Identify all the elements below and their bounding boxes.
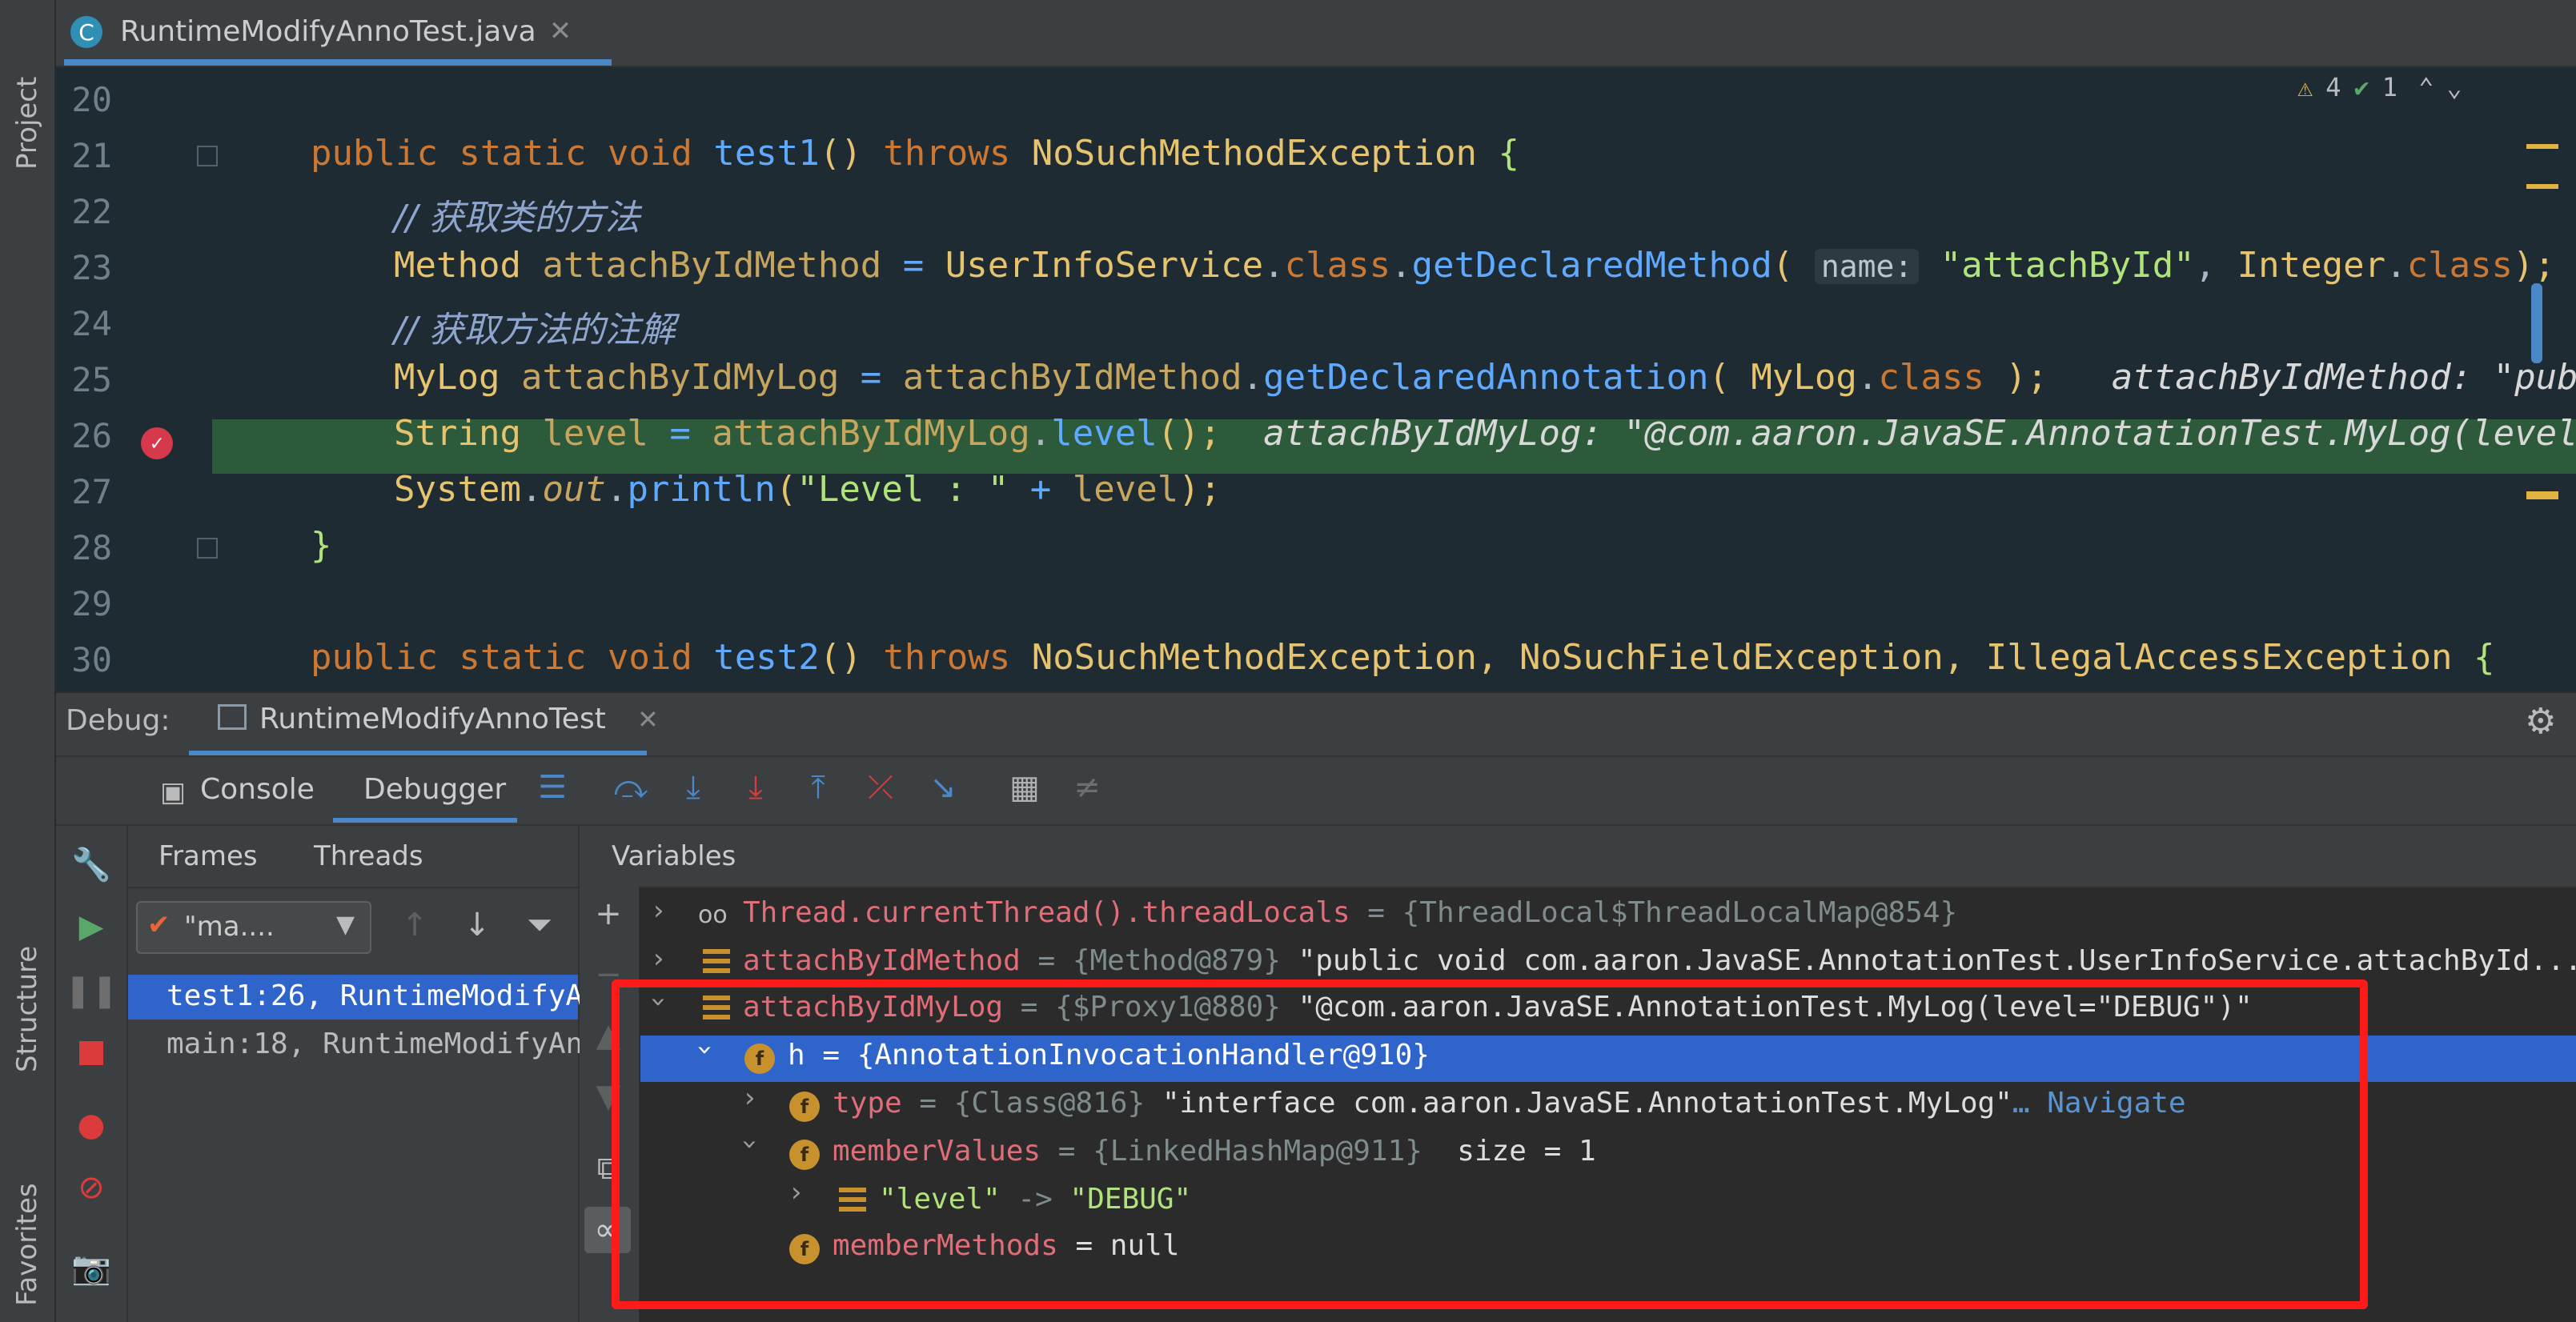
line-number: 23	[71, 248, 112, 287]
thread-selector[interactable]: ✔ "ma.... ▼	[136, 901, 371, 954]
debug-label: Debug:	[66, 704, 171, 737]
code-line-27: System.out.println("Level : " + level);	[394, 469, 1222, 510]
inspection-widget[interactable]: ⚠ 4 ✔ 1 ⌃ ⌄	[2297, 72, 2462, 102]
line-number: 26	[71, 416, 112, 455]
debug-side-toolbar: ↻ 🔧 ▶ ❚❚ ● ⊘ 📷	[56, 757, 128, 1322]
pause-icon[interactable]: ❚❚	[64, 972, 118, 1009]
frame-label: test1:26, RuntimeModifyA	[167, 979, 584, 1012]
code-line-21: public static void test1() throws NoSuch…	[311, 133, 1519, 174]
evaluate-expression-icon[interactable]: ▦	[1007, 769, 1042, 806]
step-over-icon[interactable]: ⤼	[613, 769, 648, 806]
chevron-right-icon[interactable]: ›	[653, 943, 664, 975]
editor-scrollbar-thumb[interactable]	[2531, 283, 2542, 363]
step-into-icon[interactable]: ⤓	[676, 769, 711, 806]
code-line-24: // 获取方法的注解	[394, 310, 676, 351]
chevron-down-icon: ▼	[336, 911, 355, 939]
left-tool-strip: Project Structure Favorites	[0, 0, 56, 1322]
drop-frame-icon[interactable]: ⤫	[863, 769, 898, 806]
inline-debug-value: attachByIdMethod: "publ	[2111, 357, 2576, 398]
warning-count: 4	[2325, 72, 2341, 102]
previous-highlight-icon[interactable]: ⌃	[2418, 72, 2434, 102]
line-number: 30	[71, 640, 112, 679]
variable-row[interactable]: Thread.currentThread().threadLocals = {T…	[743, 896, 1957, 929]
frame-up-icon[interactable]: ↑	[397, 907, 432, 943]
favorites-tool-button[interactable]: Favorites	[11, 1183, 43, 1306]
breakpoint-icon[interactable]: ✓	[141, 427, 173, 459]
settings-gear-icon[interactable]: ⚙	[2525, 701, 2556, 742]
code-line-25: MyLog attachByIdMyLog = attachByIdMethod…	[394, 357, 2576, 398]
line-number: 27	[71, 472, 112, 511]
line-number: 22	[71, 192, 112, 231]
line-number: 20	[71, 80, 112, 119]
line-number: 29	[71, 584, 112, 623]
frame-down-icon[interactable]: ↓	[459, 907, 495, 943]
fold-marker[interactable]	[197, 146, 218, 166]
trace-stream-icon[interactable]: ≠	[1069, 769, 1105, 806]
frames-panel	[128, 826, 580, 1322]
tab-console[interactable]: Console	[200, 773, 315, 806]
run-config-icon	[218, 704, 247, 730]
stop-icon[interactable]	[74, 1036, 109, 1071]
console-icon: ▣	[160, 776, 187, 808]
resume-icon[interactable]: ▶	[74, 908, 109, 945]
debugger-tab-underline	[333, 818, 517, 823]
tab-debugger[interactable]: Debugger	[363, 773, 506, 806]
project-tool-button[interactable]: Project	[11, 77, 43, 170]
view-breakpoints-icon[interactable]: ●	[74, 1107, 109, 1144]
watch-glasses-icon: oo	[698, 901, 728, 929]
error-stripe-marker[interactable]	[2526, 144, 2558, 149]
line-number: 25	[71, 360, 112, 399]
error-stripe-marker[interactable]	[2526, 495, 2558, 499]
wrench-icon[interactable]: 🔧	[71, 847, 111, 883]
line-number: 21	[71, 136, 112, 175]
thread-name: "ma....	[184, 911, 275, 943]
force-step-into-icon[interactable]: ⤓	[738, 769, 773, 806]
next-highlight-icon[interactable]: ⌄	[2446, 72, 2462, 102]
close-tab-icon[interactable]: ✕	[549, 15, 572, 47]
code-line-22: // 获取类的方法	[394, 198, 640, 238]
variable-row[interactable]: attachByIdMethod = {Method@879} "public …	[743, 944, 2576, 977]
variables-title: Variables	[612, 840, 736, 872]
close-session-icon[interactable]: ✕	[637, 704, 659, 735]
ok-count: 1	[2381, 72, 2398, 102]
fold-marker[interactable]	[197, 538, 218, 559]
tab-underline	[64, 59, 612, 66]
highlight-annotation-box	[612, 979, 2368, 1309]
line-number: 28	[71, 528, 112, 567]
step-out-icon[interactable]: ⤒	[800, 769, 836, 806]
debug-session-tab[interactable]: RuntimeModifyAnnoTest	[259, 703, 606, 735]
chevron-right-icon[interactable]: ›	[653, 895, 664, 927]
error-stripe-marker[interactable]	[2526, 184, 2558, 189]
tab-frames[interactable]: Frames	[158, 840, 258, 872]
array-field-icon	[703, 949, 730, 973]
code-line-26: String level = attachByIdMyLog.level(); …	[394, 413, 2576, 454]
warning-icon: ⚠	[2297, 72, 2313, 102]
check-icon: ✔	[2353, 72, 2369, 102]
code-editor[interactable]: ⚠ 4 ✔ 1 ⌃ ⌄ 20 21 22 23 24 25 26 27 28 2…	[56, 67, 2576, 691]
parameter-hint: name:	[1814, 249, 1920, 284]
code-line-23: Method attachByIdMethod = UserInfoServic…	[394, 245, 2556, 286]
new-watch-icon[interactable]: +	[591, 895, 626, 932]
filter-icon[interactable]: ⏷	[522, 907, 557, 943]
variables-header	[580, 826, 2576, 888]
code-line-30: public static void test2() throws NoSuch…	[311, 637, 2495, 678]
frame-label[interactable]: main:18, RuntimeModifyAn	[167, 1028, 583, 1060]
camera-icon[interactable]: 📷	[71, 1250, 111, 1287]
editor-tab-title: RuntimeModifyAnnoTest.java	[120, 14, 536, 48]
mute-breakpoints-icon[interactable]: ⊘	[74, 1169, 109, 1206]
thread-check-icon: ✔	[147, 909, 171, 941]
code-line-28: }	[311, 525, 332, 566]
line-number: 24	[71, 304, 112, 343]
run-to-cursor-icon[interactable]: ↘	[925, 769, 961, 806]
inline-debug-value: attachByIdMyLog: "@com.aaron.JavaSE.Anno…	[1263, 413, 2576, 454]
tab-threads[interactable]: Threads	[314, 840, 423, 872]
editor-tab[interactable]: RuntimeModifyAnnoTest.java ✕	[64, 0, 588, 62]
show-execution-point-icon[interactable]: ☰	[535, 769, 570, 806]
structure-tool-button[interactable]: Structure	[11, 946, 43, 1072]
debug-tab-underline	[189, 751, 647, 755]
